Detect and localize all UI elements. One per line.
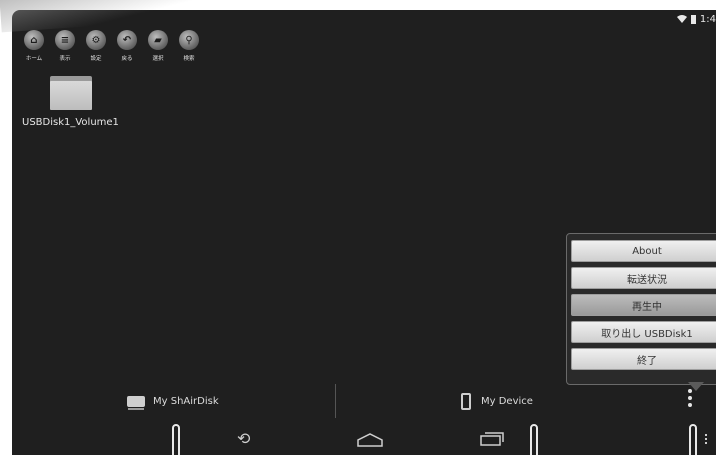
gear-icon: ⚙ [86, 30, 106, 50]
menu-item-about[interactable]: About [571, 240, 716, 262]
home-nav-icon[interactable] [357, 433, 383, 447]
status-bar: 1:4 [676, 12, 716, 26]
binder-clip [689, 424, 697, 455]
tab-my-shairdisk[interactable]: My ShAirDisk [127, 396, 219, 410]
list-icon: ≡ [55, 30, 75, 50]
folder-body [50, 81, 92, 110]
search-icon: ⚲ [179, 30, 199, 50]
toolbar-home-button[interactable]: ⌂ ホーム [19, 30, 49, 62]
toolbar-label: 表示 [59, 56, 71, 62]
menu-item-eject-usb[interactable]: 取り出し USBDisk1 [571, 321, 716, 343]
folder-icon[interactable] [50, 76, 92, 110]
tab-divider [335, 384, 336, 418]
tab-my-device[interactable]: My Device [461, 393, 533, 410]
toolbar-label: 選択 [152, 56, 164, 62]
home-icon: ⌂ [24, 30, 44, 50]
toolbar-back-button[interactable]: ↶ 戻る [112, 30, 142, 62]
menu-item-exit[interactable]: 終了 [571, 348, 716, 370]
wifi-icon [676, 15, 687, 23]
overflow-menu-button[interactable] [687, 389, 693, 410]
toolbar-settings-button[interactable]: ⚙ 設定 [81, 30, 111, 62]
options-menu: About 転送状況 再生中 取り出し USBDisk1 終了 [566, 233, 716, 385]
nav-menu-icon[interactable] [705, 434, 707, 446]
folder-open-icon: ▰ [148, 30, 168, 50]
recent-apps-icon[interactable] [480, 432, 504, 446]
battery-icon [690, 14, 696, 24]
toolbar-label: 戻る [121, 56, 133, 62]
toolbar-label: 設定 [90, 56, 102, 62]
menu-item-now-playing[interactable]: 再生中 [571, 294, 716, 316]
toolbar-label: 検索 [183, 56, 195, 62]
toolbar-search-button[interactable]: ⚲ 検索 [174, 30, 204, 62]
binder-clip [530, 424, 538, 455]
tab-label: My ShAirDisk [153, 396, 219, 407]
binder-clip [172, 424, 180, 455]
back-arrow-icon: ↶ [117, 30, 137, 50]
toolbar-view-button[interactable]: ≡ 表示 [50, 30, 80, 62]
drive-icon [127, 396, 145, 410]
menu-item-transfer-status[interactable]: 転送状況 [571, 267, 716, 289]
status-time: 1:4 [699, 13, 716, 25]
phone-icon [461, 393, 471, 410]
folder-label[interactable]: USBDisk1_Volume1 [22, 117, 119, 128]
back-icon[interactable]: ⟲ [237, 431, 250, 447]
toolbar-label: ホーム [25, 56, 43, 62]
tab-label: My Device [481, 396, 533, 407]
app-screen: 1:4 ⌂ ホーム ≡ 表示 ⚙ 設定 ↶ 戻る ▰ 選択 ⚲ 検索 USBDi… [0, 0, 716, 455]
toolbar-select-button[interactable]: ▰ 選択 [143, 30, 173, 62]
